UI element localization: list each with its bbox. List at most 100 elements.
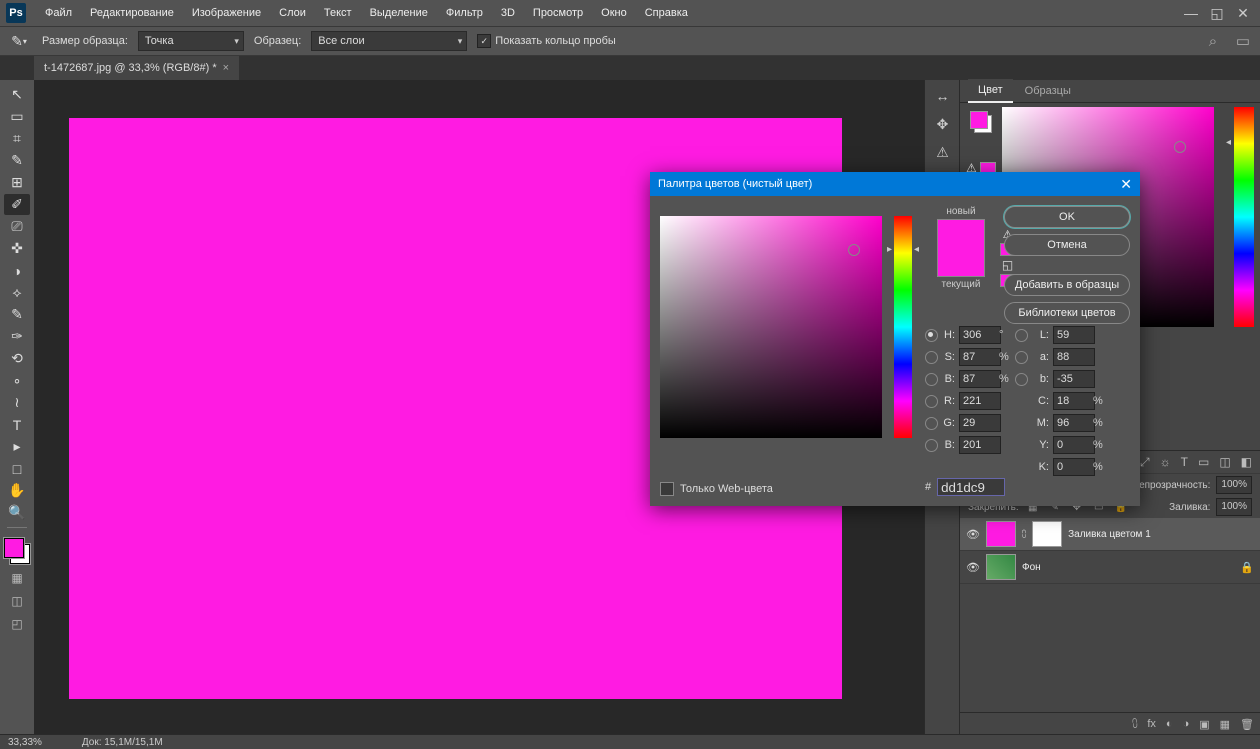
layer-mask-thumb[interactable] [1032,521,1062,547]
dialog-titlebar[interactable]: Палитра цветов (чистый цвет) ✕ [650,172,1140,196]
tool-17[interactable]: □ [4,458,30,479]
tool-16[interactable]: ▸ [4,436,30,457]
menu-edit[interactable]: Редактирование [81,0,183,26]
ok-button[interactable]: OK [1004,206,1130,228]
link-layers-icon[interactable]: ⩇ [1132,718,1137,731]
menu-layers[interactable]: Слои [270,0,315,26]
input-lab-b[interactable] [1053,370,1095,388]
tool-11[interactable]: ✑ [4,326,30,347]
sample-select[interactable]: Все слои [311,31,467,51]
layer-filter-icon-2[interactable]: T [1181,455,1188,469]
tool-4[interactable]: ⊞ [4,172,30,193]
window-maximize-icon[interactable]: ◱ [1206,4,1228,22]
panel-icon-0[interactable]: ↔ [931,84,955,108]
tool-7[interactable]: ✜ [4,238,30,259]
foreground-color-swatch[interactable] [970,111,988,129]
panel-icon-1[interactable]: ✥ [931,112,955,136]
fg-swatch[interactable] [4,538,24,558]
visibility-icon[interactable]: 👁 [966,561,980,574]
tool-13[interactable]: ∘ [4,370,30,391]
menu-view[interactable]: Просмотр [524,0,592,26]
layer-fx-icon[interactable]: fx [1147,718,1156,730]
input-s[interactable] [959,348,1001,366]
layer-filter-icon-0[interactable]: ⤢ [1140,455,1150,470]
input-g[interactable] [959,414,1001,432]
radio-blue[interactable] [925,439,938,452]
fill-input[interactable]: 100% [1216,498,1252,516]
tool-10[interactable]: ✎ [4,304,30,325]
radio-g[interactable] [925,417,938,430]
tool-9[interactable]: ⟡ [4,282,30,303]
input-blue[interactable] [959,436,1001,454]
layer-name[interactable]: Фон [1022,562,1041,573]
status-zoom[interactable]: 33,33% [8,737,42,748]
close-tab-icon[interactable]: × [223,56,229,80]
menu-file[interactable]: Файл [36,0,81,26]
radio-s[interactable] [925,351,938,364]
menu-text[interactable]: Текст [315,0,361,26]
menu-help[interactable]: Справка [636,0,697,26]
sample-size-select[interactable]: Точка [138,31,244,51]
radio-b[interactable] [925,373,938,386]
input-k[interactable] [1053,458,1095,476]
tool-3[interactable]: ✎ [4,150,30,171]
delete-layer-icon[interactable]: 🗑 [1240,718,1254,731]
menu-3d[interactable]: 3D [492,0,524,26]
tool-14[interactable]: ≀ [4,392,30,413]
input-a[interactable] [1053,348,1095,366]
adjustment-layer-icon[interactable]: ◑ [1183,718,1190,730]
document-tab[interactable]: t-1472687.jpg @ 33,3% (RGB/8#) * × [34,56,239,80]
input-y[interactable] [1053,436,1095,454]
tool-6[interactable]: ⎚ [4,216,30,237]
layer-thumb[interactable] [986,521,1016,547]
radio-r[interactable] [925,395,938,408]
tool-0[interactable]: ↖ [4,84,30,105]
layer-row[interactable]: 👁Фон🔒 [960,551,1260,584]
dialog-hue-strip[interactable] [894,216,912,438]
screen-mode-0[interactable]: ▦ [6,569,28,587]
dialog-color-field[interactable] [660,216,882,438]
web-only-checkbox[interactable]: Только Web-цвета [660,482,773,496]
color-libraries-button[interactable]: Библиотеки цветов [1004,302,1130,324]
input-c[interactable] [1053,392,1095,410]
menu-window[interactable]: Окно [592,0,636,26]
tool-19[interactable]: 🔍 [4,502,30,523]
tab-swatches[interactable]: Образцы [1015,80,1081,102]
input-m[interactable] [1053,414,1095,432]
tab-color[interactable]: Цвет [968,79,1013,103]
show-ring-checkbox[interactable]: ✓ Показать кольцо пробы [477,34,616,48]
menu-filter[interactable]: Фильтр [437,0,492,26]
input-l[interactable] [1053,326,1095,344]
new-layer-icon[interactable]: ▦ [1220,718,1230,731]
dialog-close-icon[interactable]: ✕ [1120,176,1132,193]
panel-icon-2[interactable]: ⚠ [931,140,955,164]
layer-filter-icon-5[interactable]: ◧ [1241,455,1252,469]
current-tool-icon[interactable]: ✎▾ [6,30,32,52]
tool-18[interactable]: ✋ [4,480,30,501]
add-swatch-button[interactable]: Добавить в образцы [1004,274,1130,296]
radio-lab-b[interactable] [1015,373,1028,386]
menu-select[interactable]: Выделение [361,0,437,26]
layer-thumb[interactable] [986,554,1016,580]
color-swatch-tool[interactable] [4,538,30,564]
window-minimize-icon[interactable]: — [1180,4,1202,22]
workspace-icon[interactable]: ▭ [1232,30,1254,52]
window-close-icon[interactable]: ✕ [1232,4,1254,22]
radio-l[interactable] [1015,329,1028,342]
layer-name[interactable]: Заливка цветом 1 [1068,529,1151,540]
layer-filter-icon-3[interactable]: ▭ [1198,455,1209,469]
tool-8[interactable]: ◑ [4,260,30,281]
tool-2[interactable]: ⌗ [4,128,30,149]
layer-group-icon[interactable]: ▣ [1199,718,1209,731]
radio-h[interactable] [925,329,938,342]
layer-mask-icon[interactable]: ◐ [1166,718,1173,730]
layer-filter-icon-1[interactable]: ☼ [1160,455,1171,469]
search-icon[interactable]: ⌕ [1202,30,1224,52]
panel-hue-strip[interactable] [1234,107,1254,327]
layer-row[interactable]: 👁⩇Заливка цветом 1 [960,518,1260,551]
tool-12[interactable]: ⟲ [4,348,30,369]
input-h[interactable] [959,326,1001,344]
screen-mode-1[interactable]: ◫ [6,592,28,610]
tool-5[interactable]: ✐ [4,194,30,215]
color-swatch[interactable] [970,111,992,133]
